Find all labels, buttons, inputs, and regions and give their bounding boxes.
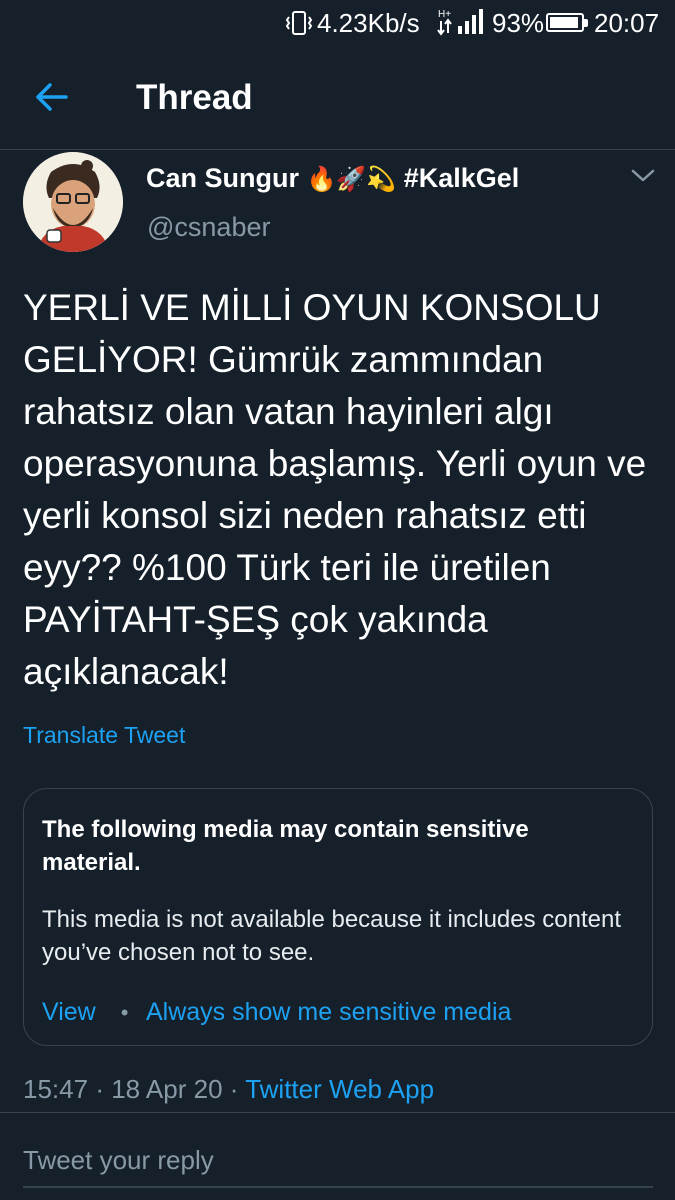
battery-icon <box>546 13 588 32</box>
view-media-link[interactable]: View <box>42 998 96 1026</box>
tweet-source-link[interactable]: Twitter Web App <box>245 1074 434 1104</box>
sensitive-media-body: This media is not available because it i… <box>42 906 621 966</box>
author-name-emojis: 🔥🚀💫 <box>306 166 397 193</box>
tweet-menu-button[interactable] <box>630 166 656 186</box>
avatar[interactable] <box>23 152 123 252</box>
author-name-row[interactable]: Can Sungur 🔥🚀💫 #KalkGel <box>146 158 519 198</box>
always-show-sensitive-link[interactable]: Always show me sensitive media <box>146 998 511 1026</box>
tweet-meta: 15:47 · 18 Apr 20 · Twitter Web App <box>23 1070 434 1108</box>
divider <box>0 1112 675 1113</box>
battery-percent: 93% <box>492 8 545 38</box>
vibrate-icon <box>284 10 314 40</box>
translate-tweet-link[interactable]: Translate Tweet <box>23 717 185 753</box>
action-separator: • <box>120 1000 129 1025</box>
tweet-time: 15:47 <box>23 1074 89 1104</box>
sensitive-media-actions: View • Always show me sensitive media <box>42 994 511 1031</box>
battery-tip <box>584 19 588 27</box>
author-handle[interactable]: @csnaber <box>147 208 270 246</box>
reply-input[interactable] <box>23 1134 653 1188</box>
tweet-date: 18 Apr 20 <box>111 1074 223 1104</box>
back-button[interactable] <box>32 80 72 114</box>
author-hashtag: #KalkGel <box>403 163 520 193</box>
clock: 20:07 <box>594 8 660 38</box>
chevron-down-icon <box>631 169 655 182</box>
sensitive-media-title: The following media may contain sensitiv… <box>42 816 529 876</box>
arrow-left-icon <box>36 83 68 111</box>
network-speed: 4.23Kb/s <box>317 8 420 38</box>
meta-separator: · <box>95 1074 104 1104</box>
page-title: Thread <box>136 78 253 117</box>
app-header: Thread <box>0 46 675 150</box>
network-type-label: H+ <box>438 9 451 20</box>
author-name: Can Sungur <box>146 163 299 193</box>
avatar-illustration <box>23 152 123 252</box>
meta-separator: · <box>229 1074 239 1104</box>
battery-level-fill <box>550 17 578 28</box>
tweet-text: YERLİ VE MİLLİ OYUN KONSOLU GELİYOR! Güm… <box>23 287 647 692</box>
sensitive-media-card: The following media may contain sensitiv… <box>23 788 653 1046</box>
signal-icon: H+ <box>436 6 484 36</box>
status-bar: 4.23Kb/s H+ 93% 20:07 <box>0 0 675 46</box>
